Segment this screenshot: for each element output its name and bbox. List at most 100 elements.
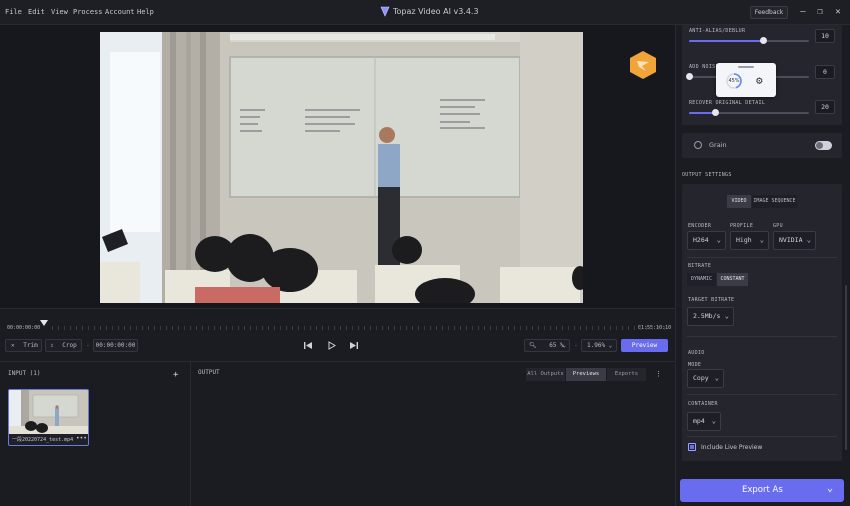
- timeline-tick: [130, 326, 131, 330]
- timeline-tick: [310, 326, 311, 330]
- divider: [687, 257, 837, 258]
- timeline-tick: [640, 326, 641, 330]
- audio-mode-select[interactable]: Copy ⌄: [687, 369, 724, 388]
- anti-alias-slider-fill: [689, 40, 763, 42]
- grain-label: Grain: [709, 141, 727, 149]
- more-icon[interactable]: •••: [76, 435, 87, 442]
- timeline-panel: 00:00:00:00 01:55:10:10: [0, 308, 675, 360]
- timeline-tick: [274, 326, 275, 330]
- preview-button[interactable]: Preview: [621, 339, 668, 352]
- plus-icon[interactable]: +: [173, 370, 178, 380]
- timeline-tick: [88, 326, 89, 330]
- restore-icon[interactable]: ❐: [814, 6, 826, 18]
- chevron-down-icon: ⌄: [562, 342, 566, 349]
- timeline-tick: [220, 326, 221, 330]
- timeline-tick: [334, 326, 335, 330]
- current-time-field[interactable]: 00:00:00:00: [93, 339, 138, 352]
- export-as-button[interactable]: Export As ⌄: [680, 479, 844, 502]
- video-tab[interactable]: VIDEO: [727, 195, 751, 208]
- timeline-tick: [328, 326, 329, 330]
- timeline-tick: [364, 326, 365, 330]
- timeline-tick: [112, 326, 113, 330]
- close-icon[interactable]: ✕: [832, 6, 844, 18]
- bitrate-constant-tab[interactable]: CONSTANT: [717, 273, 748, 286]
- recover-detail-value[interactable]: 20: [815, 100, 835, 114]
- tab-previews[interactable]: Previews: [566, 368, 606, 381]
- input-file-name: 一段20220724_test.mp4: [12, 437, 74, 443]
- timeline-tick: [592, 326, 593, 330]
- checkbox-check: [690, 445, 694, 449]
- divider: [687, 436, 837, 437]
- chevron-down-icon[interactable]: ⌄: [827, 483, 833, 494]
- timeline-tick: [412, 326, 413, 330]
- timeline-tick: [550, 326, 551, 330]
- timeline-tick: [250, 326, 251, 330]
- menu-process[interactable]: Process: [73, 8, 103, 16]
- prev-frame-icon[interactable]: [303, 341, 313, 350]
- timeline-start-time: 00:00:00:00: [7, 325, 41, 331]
- live-preview-checkbox[interactable]: [688, 443, 696, 451]
- profile-select[interactable]: High ⌄: [730, 231, 769, 250]
- timeline-tick: [298, 326, 299, 330]
- play-icon[interactable]: [327, 341, 336, 350]
- bitrate-dynamic-tab[interactable]: DYNAMIC: [687, 273, 716, 286]
- feedback-button[interactable]: Feedback: [750, 6, 788, 19]
- app-title: Topaz Video AI v3.4.3: [393, 7, 479, 16]
- output-panel: OUTPUT: [191, 361, 675, 506]
- dash-separator: -: [574, 342, 578, 349]
- timeline-tick: [664, 326, 665, 330]
- timeline-tick: [238, 326, 239, 330]
- timeline-tick: [262, 326, 263, 330]
- timeline-tick: [442, 326, 443, 330]
- timeline-tick: [172, 326, 173, 330]
- target-bitrate-select[interactable]: 2.5Mb/s ⌄: [687, 307, 734, 326]
- tab-all-outputs[interactable]: All Outputs: [526, 368, 565, 381]
- encoder-select[interactable]: H264 ⌄: [687, 231, 726, 250]
- topaz-logo-icon: [380, 6, 390, 17]
- image-sequence-tab[interactable]: IMAGE SEQUENCE: [752, 195, 797, 208]
- timeline-tick: [316, 326, 317, 330]
- timeline-tick: [454, 326, 455, 330]
- gear-icon[interactable]: ⚙: [756, 74, 763, 87]
- timeline-tick: [394, 326, 395, 330]
- menu-edit[interactable]: Edit: [28, 8, 45, 16]
- chevron-down-icon: ⌄: [806, 236, 811, 244]
- output-more-icon[interactable]: ⋮: [655, 370, 662, 378]
- timeline-tick: [286, 326, 287, 330]
- trim-button[interactable]: ✕ Trim: [5, 339, 42, 352]
- container-select[interactable]: mp4 ⌄: [687, 412, 721, 431]
- menu-account[interactable]: Account: [105, 8, 135, 16]
- target-bitrate-label: TARGET BITRATE: [688, 297, 735, 303]
- anti-alias-slider-knob[interactable]: [760, 37, 767, 44]
- settings-scrollbar[interactable]: [845, 285, 847, 450]
- add-noise-value[interactable]: 0: [815, 65, 835, 79]
- input-file-card[interactable]: 一段20220724_test.mp4 •••: [8, 389, 89, 446]
- playhead-icon[interactable]: [40, 320, 48, 327]
- menu-help[interactable]: Help: [137, 8, 154, 16]
- crop-button[interactable]: ⇳ Crop: [45, 339, 82, 352]
- grain-toggle[interactable]: [815, 141, 832, 150]
- gpu-select[interactable]: NVIDIA ⌄: [773, 231, 816, 250]
- timeline-tick: [538, 326, 539, 330]
- timeline-tick: [226, 326, 227, 330]
- timeline-tick: [610, 326, 611, 330]
- timeline-tick: [280, 326, 281, 330]
- tab-exports[interactable]: Exports: [607, 368, 646, 381]
- grain-radio[interactable]: [694, 141, 702, 149]
- timeline-tick: [520, 326, 521, 330]
- menu-view[interactable]: View: [51, 8, 68, 16]
- processing-popup: 45% ⚙: [716, 63, 776, 97]
- recover-detail-slider-knob[interactable]: [712, 109, 719, 116]
- timeline-tick: [646, 326, 647, 330]
- timeline-tick: [358, 326, 359, 330]
- timeline-tick: [466, 326, 467, 330]
- anti-alias-value[interactable]: 10: [815, 29, 835, 43]
- timeline-tick: [376, 326, 377, 330]
- add-noise-slider-knob[interactable]: [686, 73, 693, 80]
- zoom-select[interactable]: 🔍︎ 65 % ⌄: [524, 339, 570, 352]
- speed-select[interactable]: 1.96% ⌄: [581, 339, 617, 352]
- menu-file[interactable]: File: [5, 8, 22, 16]
- video-preview[interactable]: [100, 32, 583, 303]
- minimize-icon[interactable]: –: [797, 6, 809, 18]
- next-frame-icon[interactable]: [349, 341, 359, 350]
